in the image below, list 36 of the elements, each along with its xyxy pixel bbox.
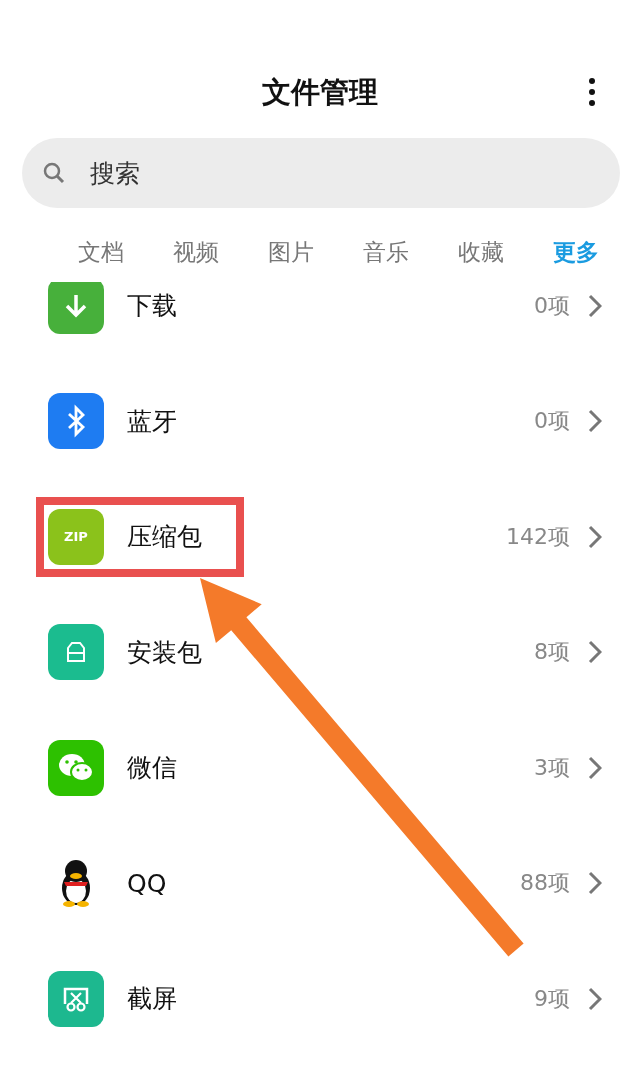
page-title: 文件管理 [262, 73, 378, 111]
category-name[interactable]: QQ [127, 868, 167, 898]
chevron-right-icon[interactable] [588, 871, 602, 896]
item-count: 9项 [534, 984, 570, 1013]
search-field[interactable]: 搜索 [22, 138, 620, 208]
chevron-right-icon[interactable] [588, 755, 602, 780]
chevron-right-icon[interactable] [588, 293, 602, 318]
category-name[interactable]: 下载 [127, 289, 177, 323]
category-name[interactable]: 截屏 [127, 982, 177, 1016]
item-count: 8项 [534, 638, 570, 667]
category-tab[interactable]: 图片 [268, 236, 314, 268]
chat-bubbles-icon [48, 739, 104, 796]
item-count: 88项 [520, 869, 570, 898]
search-icon [42, 161, 66, 185]
category-tab[interactable]: 视频 [173, 236, 219, 268]
chevron-right-icon[interactable] [588, 986, 602, 1011]
item-count: 3项 [534, 753, 570, 782]
chevron-right-icon[interactable] [588, 640, 602, 665]
category-tab[interactable]: 音乐 [363, 236, 409, 268]
chevron-right-icon[interactable] [588, 524, 602, 549]
more-options-icon[interactable] [588, 77, 596, 107]
scissors-icon [48, 970, 104, 1027]
category-name[interactable]: 蓝牙 [127, 404, 177, 438]
category-name[interactable]: 安装包 [127, 635, 202, 669]
bluetooth-icon [48, 393, 104, 450]
item-count: 0项 [534, 407, 570, 436]
category-name[interactable]: 压缩包 [127, 520, 202, 554]
item-count: 142项 [506, 522, 570, 551]
download-icon [48, 282, 104, 334]
item-count: 0项 [534, 291, 570, 320]
category-tab[interactable]: 文档 [78, 236, 124, 268]
category-name[interactable]: 微信 [127, 751, 177, 785]
chevron-right-icon[interactable] [588, 409, 602, 434]
category-tab[interactable]: 收藏 [458, 236, 504, 268]
zip-file-icon: ZIP [48, 508, 104, 565]
package-icon [48, 624, 104, 681]
